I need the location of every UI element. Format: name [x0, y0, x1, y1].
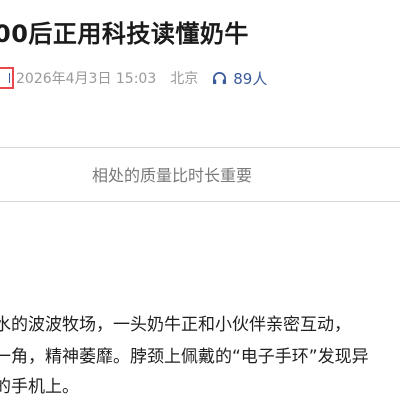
paragraph-line: 的手机上。: [0, 377, 79, 397]
publish-location: 北京: [170, 71, 199, 87]
publish-date: 2026年4月3日 15:03: [16, 71, 157, 87]
article-page: 00后正用科技读懂奶牛 2026年4月3日 15:03 北京 89人 相处的质量…: [0, 0, 400, 400]
article-headline: 00后正用科技读懂奶牛: [0, 20, 249, 48]
source-link-edge: [9, 73, 10, 83]
paragraph-line: 一角，精神萎靡。脖颈上佩戴的“电子手环”发现异: [0, 347, 369, 367]
article-meta: 2026年4月3日 15:03 北京 89人: [0, 67, 267, 89]
highlighted-source-box[interactable]: [0, 67, 14, 89]
paragraph-line: 水的波波牧场，一头奶牛正和小伙伴亲密互动，: [0, 315, 351, 335]
subtitle-divider-bottom: [0, 201, 400, 202]
article-subtitle: 相处的质量比时长重要: [91, 166, 252, 185]
headphones-icon: [213, 72, 227, 85]
readers-count-text: 89人: [233, 69, 268, 88]
subtitle-divider-top: [0, 147, 400, 148]
readers-count[interactable]: 89人: [212, 68, 267, 89]
